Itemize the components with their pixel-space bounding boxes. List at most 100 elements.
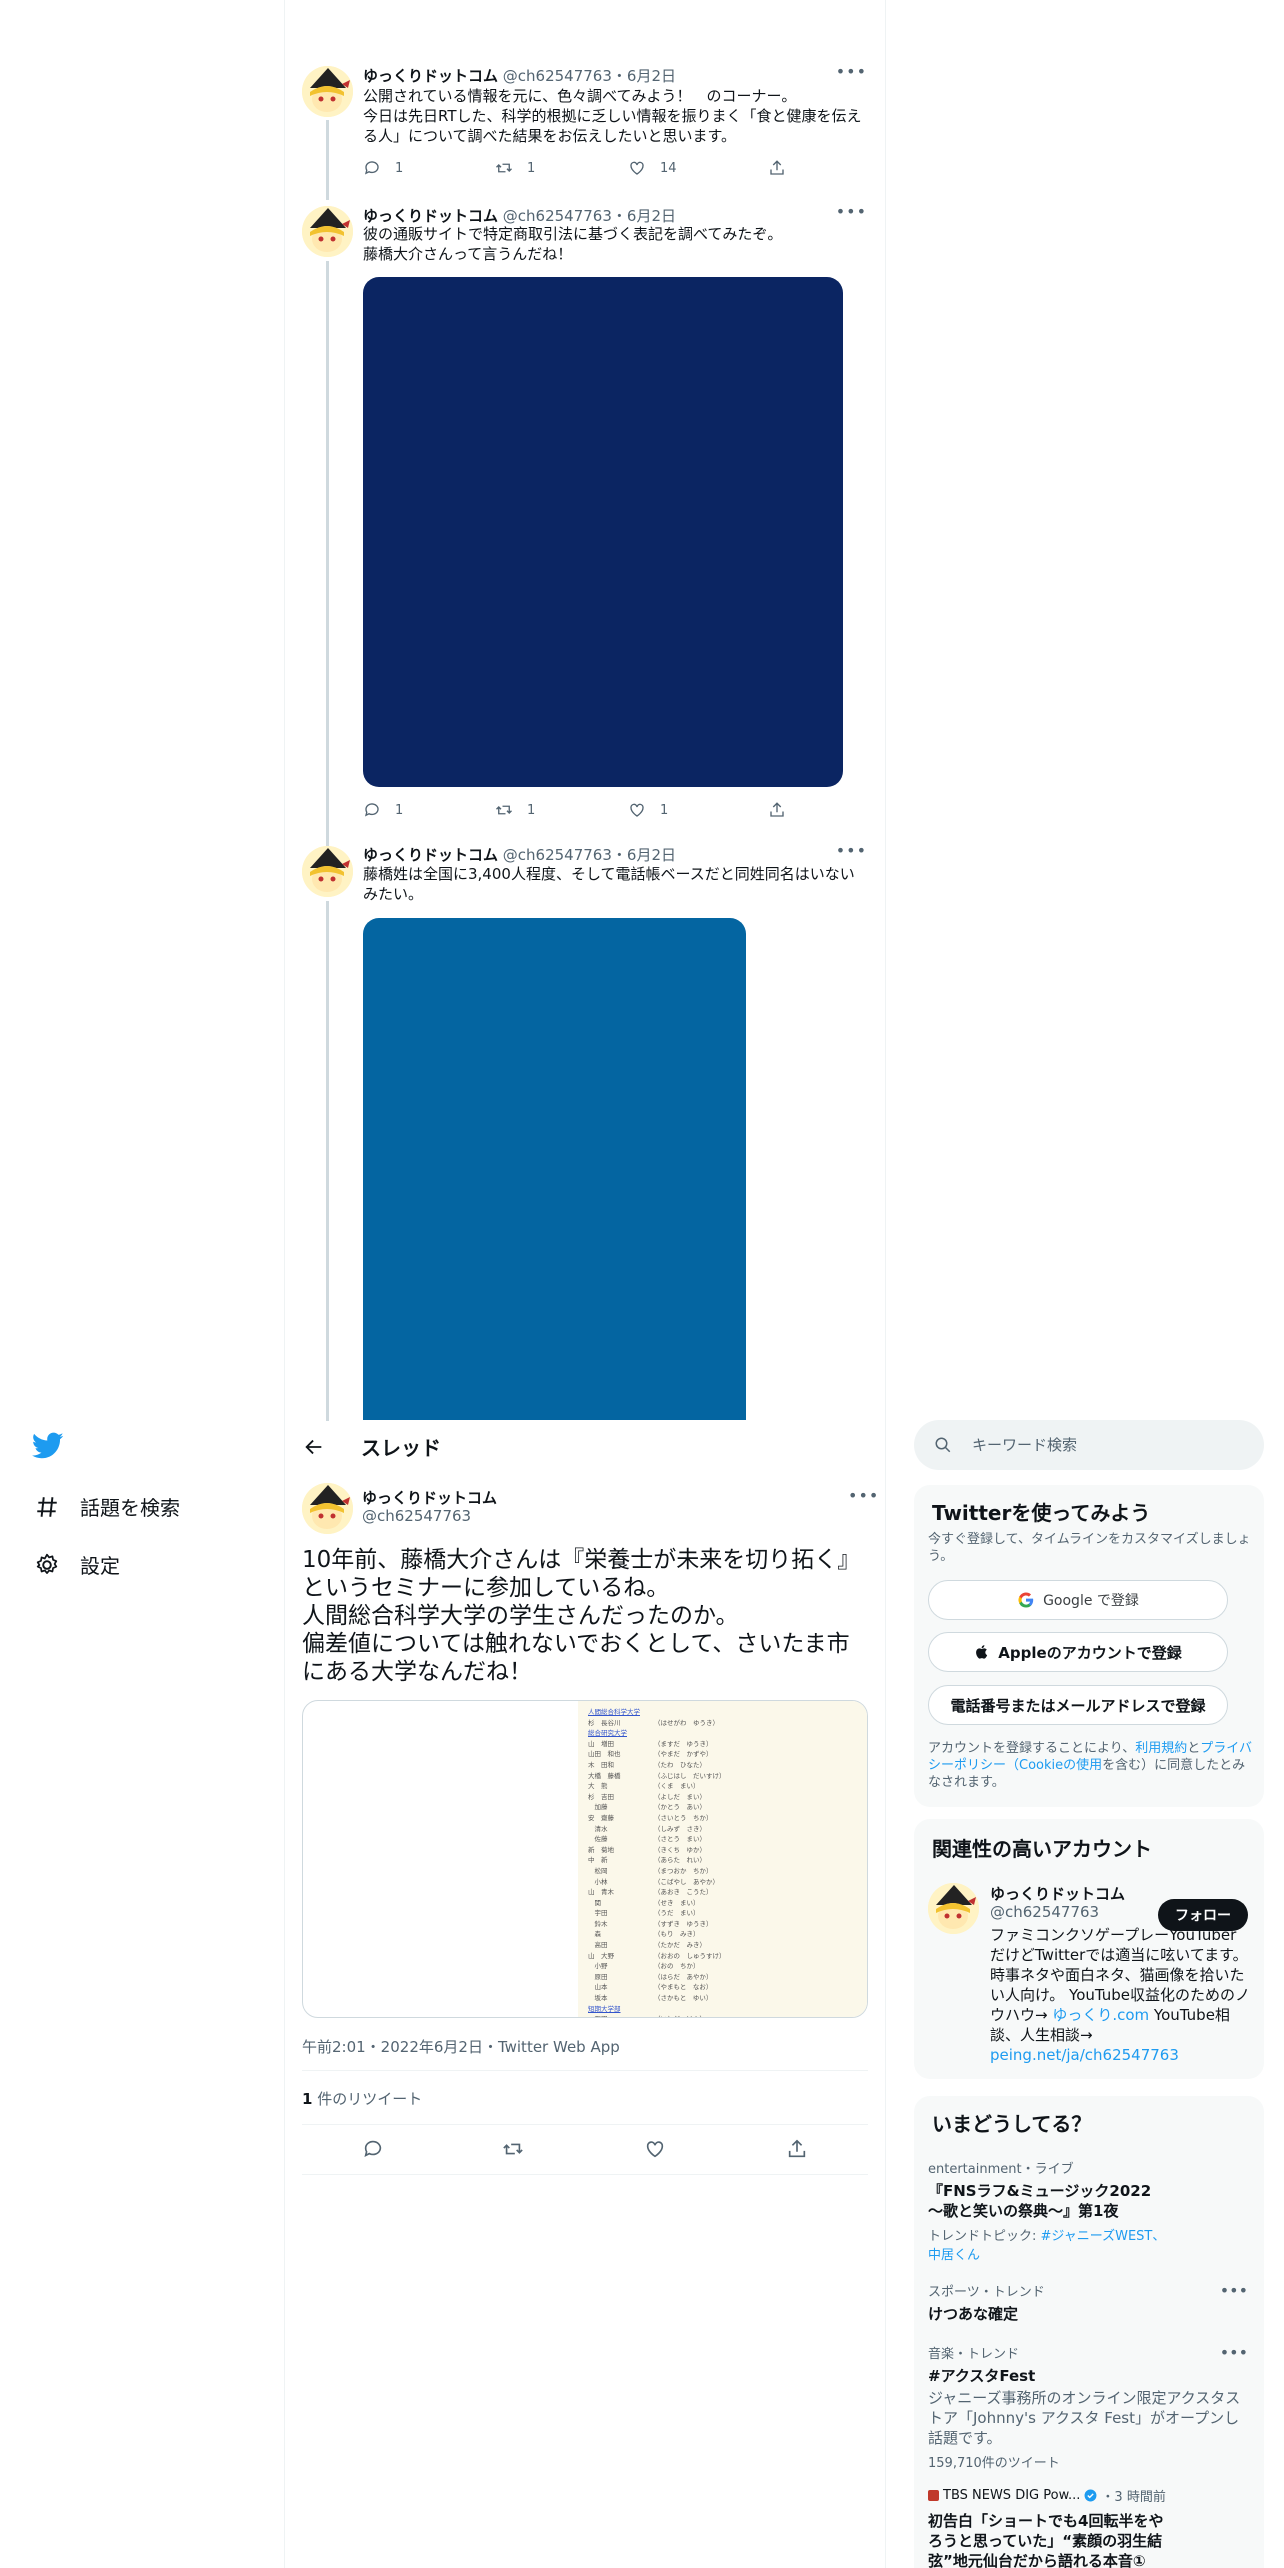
trend-item[interactable]: entertainment・ライブ 『FNSラフ&ミュージック2022 〜歌と笑…	[928, 2158, 1248, 2263]
doc-row: 総合研究大学	[588, 1728, 859, 1739]
search-icon	[935, 1437, 951, 1453]
search-input[interactable]	[972, 1436, 1232, 1454]
avatar[interactable]	[302, 1483, 353, 1534]
avatar[interactable]	[302, 66, 353, 117]
tweet[interactable]: ゆっくりドットコム @ch62547763・6月2日 ••• 公開されている情報…	[285, 56, 885, 200]
yukkuri-avatar-icon	[302, 206, 353, 257]
author-name[interactable]: ゆっくりドットコム	[363, 207, 498, 225]
author-name[interactable]: ゆっくりドットコム	[363, 67, 498, 85]
terms-link[interactable]: 利用規約	[1135, 1741, 1187, 1756]
bio-link[interactable]: ゆっくり.com	[1052, 2006, 1149, 2024]
reply-count: 1	[395, 802, 404, 818]
doc-row: 杉 吉田 （よしだ まい）	[588, 1792, 859, 1803]
doc-row: 加藤 （かとう あい）	[588, 1802, 859, 1813]
doc-cell: （おの ちか）	[654, 1962, 700, 1971]
like-button[interactable]: 14	[628, 159, 677, 177]
share-button[interactable]	[768, 801, 786, 819]
reply-button[interactable]: 1	[363, 801, 403, 819]
doc-row: 大 熊 （くま まい）	[588, 1781, 859, 1792]
tweet-image[interactable]	[363, 918, 746, 1420]
reply-icon	[364, 2140, 382, 2157]
twitter-logo-icon[interactable]	[31, 1432, 64, 1464]
like-button[interactable]: 1	[628, 801, 668, 819]
related-handle[interactable]: @ch62547763	[990, 1903, 1099, 1921]
doc-row: 山 青木 （あおき こうた）	[588, 1887, 859, 1898]
more-options-icon[interactable]: •••	[1220, 2281, 1248, 2300]
author-name[interactable]: ゆっくりドットコム	[362, 1487, 497, 1508]
search-box[interactable]	[914, 1420, 1264, 1470]
tweet-image[interactable]: 人間総合科学大学杉 長谷川 （はせがわ ゆうき） 総合研究大学山 増田 （ますだ ゆう…	[302, 1700, 868, 2018]
retweet-button[interactable]	[502, 2138, 524, 2164]
retweet-icon	[496, 163, 512, 173]
back-arrow-icon[interactable]	[303, 1436, 325, 1458]
like-button[interactable]	[644, 2138, 666, 2164]
more-options-icon[interactable]: •••	[836, 841, 867, 860]
share-button[interactable]	[768, 159, 786, 177]
thread-connector	[326, 120, 329, 200]
trend-item[interactable]: スポーツ・トレンド けつあな確定 •••	[928, 2281, 1248, 2324]
nav-explore[interactable]: 話題を検索	[34, 1492, 180, 1521]
more-options-icon[interactable]: •••	[836, 202, 867, 221]
doc-row: 安 齋藤 （さいとう ちか）	[588, 1813, 859, 1824]
google-signup-button[interactable]: Google で登録	[928, 1580, 1228, 1620]
doc-cell: 大橋 藤橋	[588, 1771, 621, 1780]
doc-row: 小野 （おの ちか）	[588, 1961, 859, 1972]
retweet-count-label: 件のリツイート	[312, 2090, 423, 2108]
avatar[interactable]	[302, 846, 353, 897]
apple-icon	[976, 1645, 988, 1659]
retweet-button[interactable]: 1	[495, 159, 535, 177]
doc-cell: 清水	[588, 1824, 608, 1833]
avatar[interactable]	[302, 206, 353, 257]
doc-cell: （はせがわ ゆうき）	[654, 1718, 719, 1727]
doc-row: 大橋 藤橋 （ふじはし だいすけ）	[588, 1771, 859, 1782]
tweet-timestamp[interactable]: 午前2:01・2022年6月2日・Twitter Web App	[302, 2036, 620, 2057]
doc-cell: （さいとう ちか）	[654, 1813, 713, 1822]
related-name[interactable]: ゆっくりドットコム	[990, 1883, 1125, 1904]
trend-category: entertainment・ライブ	[928, 2162, 1074, 2177]
apple-signup-button[interactable]: Appleのアカウントで登録	[928, 1632, 1228, 1672]
author-handle[interactable]: @ch62547763	[362, 1507, 471, 1525]
bio-link[interactable]: peing.net/ja/ch62547763	[990, 2046, 1179, 2064]
tweet-text: 藤橋姓は全国に3,400人程度、そして電話帳ベースだと同姓同名はいないみたい。	[363, 865, 855, 903]
tweet[interactable]: ゆっくりドットコム @ch62547763・6月2日 ••• 彼の通販サイトで特…	[285, 198, 885, 846]
retweet-count: 1	[302, 2090, 313, 2108]
trend-description: ジャニーズ事務所のオンライン限定アクスタストア「Johnny's アクスタ Fe…	[928, 2389, 1241, 2447]
phone-signup-label: 電話番号またはメールアドレスで登録	[950, 1696, 1206, 1715]
nav-settings[interactable]: 設定	[34, 1550, 120, 1579]
news-item[interactable]: TBS NEWS DIG Pow... ・3 時間前 初告白「ショートでも4回転…	[928, 2486, 1248, 2568]
reply-button[interactable]	[362, 2138, 384, 2164]
retweet-button[interactable]: 1	[495, 801, 535, 819]
doc-row: 原田 （はらだ あやか）	[588, 1972, 859, 1983]
thread-connector	[326, 901, 329, 1421]
tweet-image[interactable]	[363, 277, 843, 787]
doc-row: 関 （せき まい）	[588, 1898, 859, 1909]
share-button[interactable]	[786, 2138, 808, 2164]
like-count: 1	[660, 802, 669, 818]
retweet-count-link[interactable]: 1 件のリツイート	[302, 2088, 422, 2109]
doc-cell: 杉 長谷川	[588, 1718, 621, 1727]
doc-row: 山 増田 （ますだ ゆうき）	[588, 1739, 859, 1750]
reply-button[interactable]: 1	[363, 159, 403, 177]
doc-cell: 高田	[588, 1941, 608, 1950]
author-meta[interactable]: @ch62547763・6月2日	[503, 846, 676, 864]
reply-icon	[364, 803, 379, 817]
google-signup-label: Google で登録	[1043, 1593, 1139, 1609]
author-meta[interactable]: @ch62547763・6月2日	[503, 67, 676, 85]
author-meta[interactable]: @ch62547763・6月2日	[503, 207, 676, 225]
phone-signup-button[interactable]: 電話番号またはメールアドレスで登録	[928, 1685, 1228, 1725]
avatar[interactable]	[928, 1883, 979, 1934]
trend-category: スポーツ・トレンド	[928, 2285, 1045, 2300]
author-name[interactable]: ゆっくりドットコム	[363, 846, 498, 864]
more-options-icon[interactable]: •••	[848, 1486, 879, 1505]
news-source-icon	[928, 2490, 939, 2501]
google-icon	[1018, 1592, 1034, 1608]
tweet[interactable]: ゆっくりドットコム @ch62547763・6月2日 ••• 藤橋姓は全国に3,…	[285, 840, 885, 1421]
trend-item[interactable]: 音楽・トレンド #アクスタFest ジャニーズ事務所のオンライン限定アクスタスト…	[928, 2343, 1248, 2471]
doc-cell: （あおき こうた）	[654, 1888, 713, 1897]
doc-cell: 佐藤	[588, 1835, 608, 1844]
news-headline: 初告白「ショートでも4回転半をやろうと思っていた」“素顔の羽生結弦”地元仙台だか…	[928, 2512, 1164, 2568]
trend-tweet-count: 159,710件のツイート	[928, 2456, 1060, 2471]
trend-topic-prefix: トレンドトピック:	[928, 2229, 1041, 2244]
more-options-icon[interactable]: •••	[1220, 2343, 1248, 2362]
more-options-icon[interactable]: •••	[836, 62, 867, 81]
